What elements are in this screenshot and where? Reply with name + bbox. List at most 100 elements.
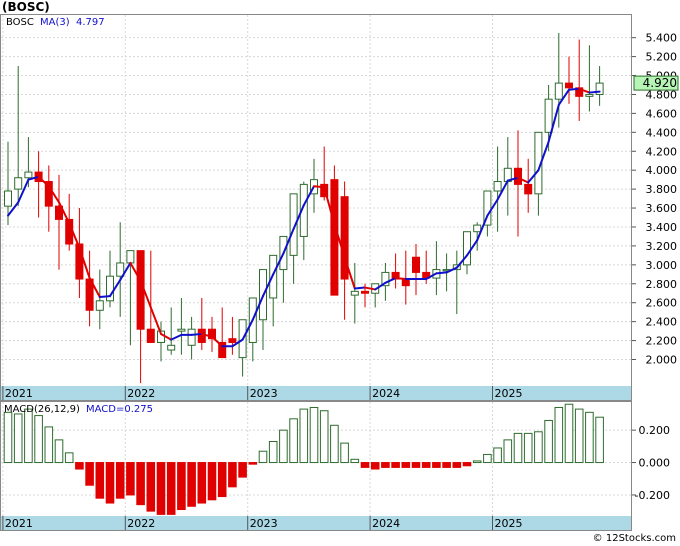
ma-line-segment [568,87,581,91]
macd-bar [564,403,574,464]
macd-bar [75,462,84,470]
macd-bar [279,429,288,464]
macd-bar [146,462,156,512]
macd-bar [513,432,523,464]
candle-body-up [473,224,482,233]
macd-x-tick-label: 2023 [250,517,278,530]
macd-bar [350,458,360,464]
candle-body-up [14,177,23,190]
candle-body-up [187,328,196,346]
macd-y-tick-label: 0.200 [639,424,671,437]
candle-body-up [585,93,594,97]
macd-bar [319,410,329,464]
macd-bar [411,462,421,468]
macd-bar [381,462,390,468]
price-y-tick-label: 4.400 [646,126,678,139]
macd-bar [391,462,400,468]
macd-y-tick-label: 0.000 [639,457,671,470]
macd-bar [554,406,564,464]
macd-bar [452,462,462,468]
candle-body-down [146,328,155,343]
macd-bar [462,462,472,467]
macd-bar [309,406,319,464]
macd-bar [54,439,64,464]
macd-bar [258,450,268,464]
price-y-tick-label: 2.800 [646,278,678,291]
price-y-tick-label: 4.200 [646,145,678,158]
price-y-tick-label: 3.200 [646,240,678,253]
macd-bar [523,432,533,464]
candle-body-up [4,190,12,207]
macd-bar [483,453,492,464]
price-x-tick-label: 2021 [5,387,33,400]
candle-body-down [565,82,573,89]
macd-x-tick-label: 2022 [127,517,155,530]
macd-bar [442,462,451,468]
price-y-tick-label: 3.400 [646,221,678,234]
macd-bar [340,442,349,464]
price-x-tick-label: 2024 [372,387,400,400]
macd-y-tick-label: -0.200 [635,489,670,502]
macd-bar [64,452,74,464]
ma-line-segment [313,185,326,189]
candle-body-up [167,344,176,351]
macd-bar [228,462,237,488]
macd-bar [24,408,33,464]
macd-bar [534,431,543,464]
macd-bar [85,462,94,486]
macd-bar [544,419,553,464]
macd-bar [585,411,594,464]
candle-body-up [493,181,502,192]
candle-body-up [350,290,359,296]
ma-line-segment [394,277,407,281]
macd-legend-label: MACD(26,12,9) [4,404,80,415]
macd-bar [126,462,135,496]
candle-body-up [544,98,553,133]
price-legend-ma-value: 4.797 [76,17,105,28]
price-y-tick-label: 4.600 [646,107,678,120]
macd-bar [330,424,339,464]
last-price-label: 4.920 [643,76,677,90]
macd-bar [574,408,584,464]
macd-date-band [1,516,631,530]
candle-body-down [514,167,522,185]
ma-line-segment [190,332,203,336]
macd-bar [503,439,513,464]
ma-line-segment [98,295,111,299]
candle-body-up [95,300,104,311]
macd-bar [34,415,43,464]
price-y-tick-label: 3.000 [646,259,678,272]
price-y-tick-label: 2.200 [646,335,678,348]
macd-x-tick-label: 2024 [372,517,400,530]
macd-legend-value: MACD=0.275 [86,404,153,415]
price-y-tick-label: 5.200 [646,51,678,64]
price-y-tick-label: 3.600 [646,202,678,215]
macd-bar [299,408,309,464]
price-x-tick-label: 2025 [495,387,523,400]
macd-bar [421,462,431,468]
macd-bar [289,418,298,464]
candle-body-up [177,328,186,332]
macd-bar [360,462,370,468]
macd-bar [472,460,482,464]
macd-x-tick-label: 2025 [495,517,523,530]
macd-bar [493,447,502,464]
candle-body-down [361,290,369,294]
candle-body-down [197,328,206,343]
macd-bar [207,462,217,501]
candle-body-down [228,338,237,343]
candle-body-up [24,171,33,179]
candle-body-up [126,250,135,264]
macd-bar [238,462,247,478]
price-x-tick-label: 2023 [250,387,278,400]
price-x-tick-label: 2022 [127,387,155,400]
candle-body-down [524,183,533,195]
watermark: © 12Stocks.com [592,533,676,544]
price-date-band [1,386,631,400]
macd-bar [177,462,186,511]
macd-bar [432,462,441,468]
stock-chart: 2.000 2.200 2.400 2.600 2.800 3.000 3.200 3.400… [0,14,679,531]
price-y-tick-label: 2.000 [646,353,678,366]
price-legend-symbol: BOSC [6,17,34,28]
candle-body-up [554,82,563,100]
